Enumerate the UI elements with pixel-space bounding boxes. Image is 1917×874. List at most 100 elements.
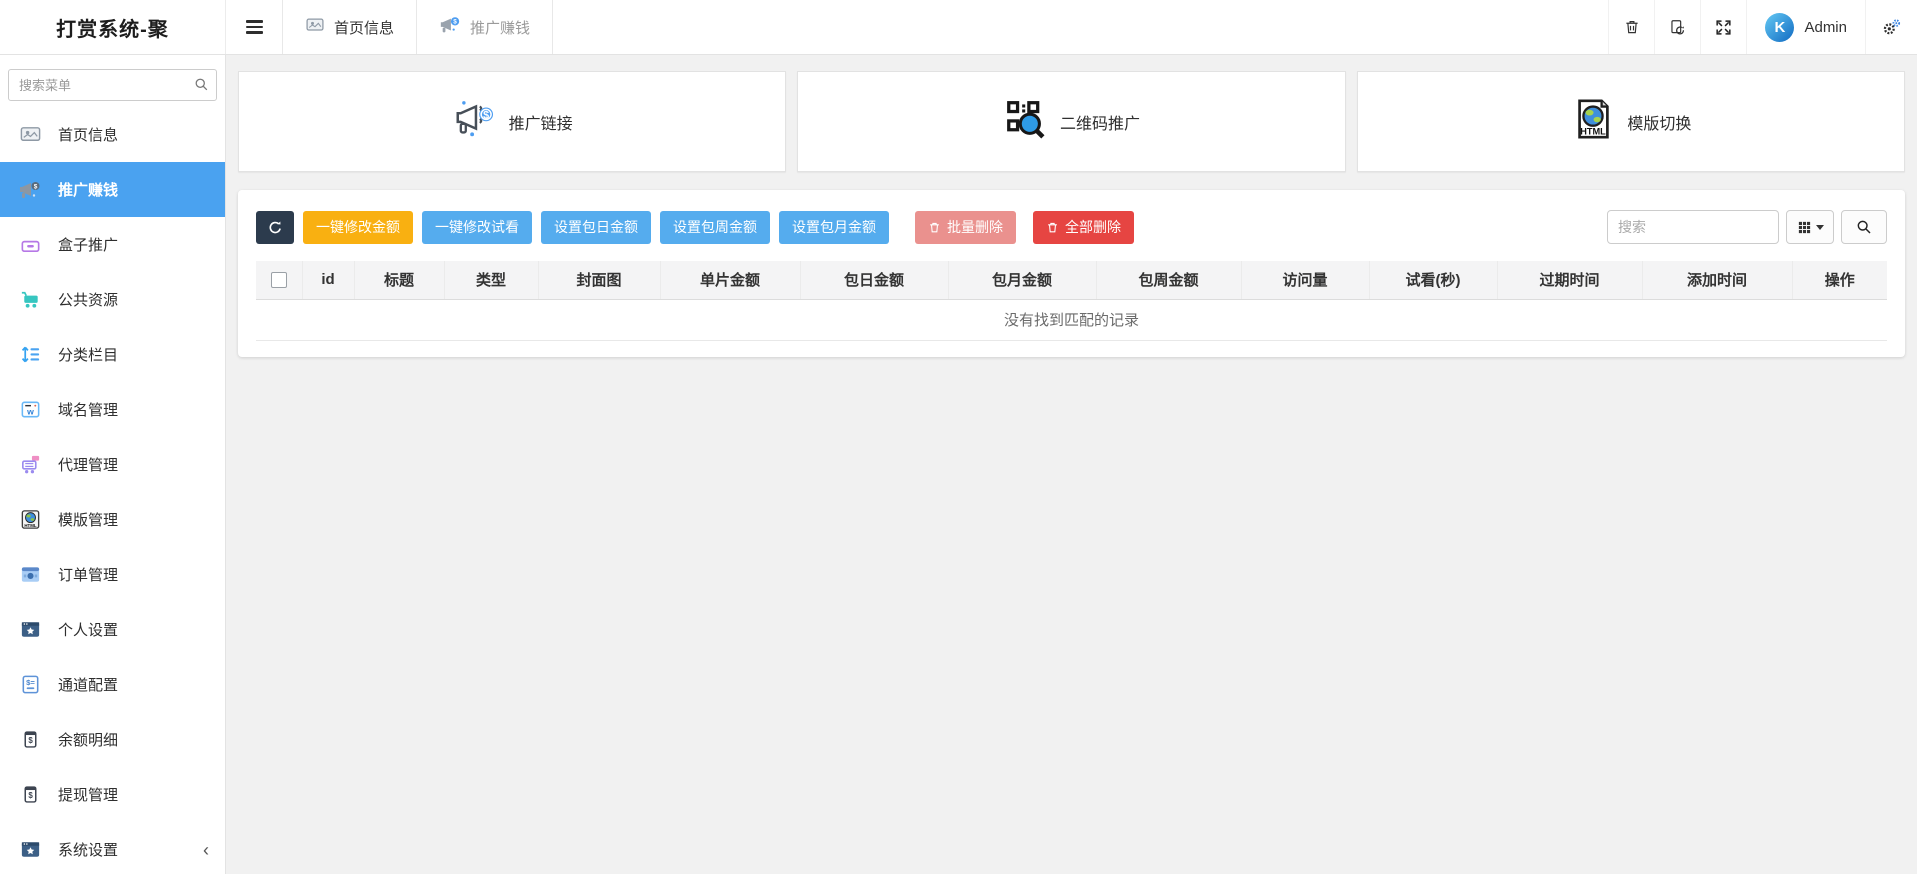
sidebar-item-label: 模版管理	[58, 509, 118, 530]
settings-button[interactable]	[1865, 0, 1917, 54]
menu-search-input[interactable]	[8, 69, 217, 101]
set-monthly-amount-button[interactable]: 设置包月金额	[779, 211, 889, 244]
user-menu[interactable]: K Admin	[1746, 0, 1865, 54]
card-template-switch[interactable]: HTML 模版切换	[1357, 71, 1905, 172]
modify-amount-button[interactable]: 一键修改金额	[303, 211, 413, 244]
sidebar-item-public-resource[interactable]: 公共资源	[0, 272, 225, 327]
sidebar-item-agent[interactable]: 代理管理	[0, 437, 225, 492]
calculator-icon: $=	[18, 673, 42, 697]
app-title: 打赏系统-聚	[0, 0, 226, 54]
refresh-icon	[267, 219, 284, 236]
clear-cache-button[interactable]	[1654, 0, 1700, 54]
menu-toggle-button[interactable]	[226, 0, 282, 54]
svg-text:$: $	[453, 19, 457, 26]
sidebar-item-withdraw[interactable]: $ 提现管理	[0, 767, 225, 822]
sidebar-item-domain[interactable]: w 域名管理	[0, 382, 225, 437]
column-header-monthly-amount: 包月金额	[948, 261, 1096, 299]
sort-list-icon	[18, 343, 42, 367]
search-submit-button[interactable]	[1841, 210, 1887, 244]
photo-icon	[18, 123, 42, 147]
megaphone-icon: $	[439, 14, 461, 40]
balance-icon: $	[18, 728, 42, 752]
delete-all-button[interactable]: 全部删除	[1033, 211, 1134, 244]
sidebar-item-label: 系统设置	[58, 839, 118, 860]
template-globe-icon: HTML	[18, 508, 42, 532]
svg-text:$=: $=	[26, 678, 35, 687]
tab-home-info[interactable]: 首页信息	[282, 0, 416, 54]
column-header-single-amount: 单片金额	[660, 261, 800, 299]
modify-preview-button[interactable]: 一键修改试看	[422, 211, 532, 244]
sidebar-item-box-promo[interactable]: 盒子推广	[0, 217, 225, 272]
columns-toggle-button[interactable]	[1786, 210, 1834, 244]
batch-delete-button[interactable]: 批量删除	[915, 211, 1016, 244]
sidebar-item-category[interactable]: 分类栏目	[0, 327, 225, 382]
column-header-id: id	[302, 261, 354, 299]
clear-cache-icon	[1668, 18, 1687, 37]
sidebar-item-order[interactable]: 订单管理	[0, 547, 225, 602]
trash-icon	[1623, 18, 1641, 36]
agent-cart-icon	[18, 453, 42, 477]
grid-icon	[1797, 220, 1812, 235]
select-all-checkbox[interactable]	[271, 272, 287, 288]
user-name: Admin	[1804, 19, 1847, 36]
table-search-input[interactable]	[1607, 210, 1779, 244]
fullscreen-button[interactable]	[1700, 0, 1746, 54]
svg-text:$: $	[28, 791, 33, 800]
sidebar-item-promo-earn[interactable]: $ 推广赚钱	[0, 162, 225, 217]
order-icon	[18, 563, 42, 587]
sidebar-item-label: 公共资源	[58, 289, 118, 310]
select-all-checkbox-cell	[256, 261, 302, 299]
photo-icon	[305, 15, 325, 39]
sidebar-item-label: 代理管理	[58, 454, 118, 475]
trash-icon	[928, 221, 941, 234]
qrcode-search-icon	[1003, 96, 1049, 147]
domain-icon: w	[18, 398, 42, 422]
column-header-daily-amount: 包日金额	[800, 261, 948, 299]
avatar: K	[1765, 13, 1794, 42]
column-header-preview-seconds: 试看(秒)	[1369, 261, 1497, 299]
sidebar-item-label: 订单管理	[58, 564, 118, 585]
card-qrcode-promo[interactable]: 二维码推广	[797, 71, 1345, 172]
fullscreen-icon	[1714, 18, 1733, 37]
sidebar-item-label: 提现管理	[58, 784, 118, 805]
set-daily-amount-button[interactable]: 设置包日金额	[541, 211, 651, 244]
sidebar-item-label: 首页信息	[58, 124, 118, 145]
svg-text:$: $	[28, 736, 33, 745]
table-panel: 一键修改金额 一键修改试看 设置包日金额 设置包周金额 设置包月金额 批量删除 …	[238, 190, 1905, 357]
card-label: 二维码推广	[1060, 110, 1140, 134]
chevron-down-icon	[1816, 225, 1824, 230]
card-label: 模版切换	[1627, 110, 1691, 134]
tab-label: 推广赚钱	[470, 17, 530, 38]
records-table: id 标题 类型 封面图 单片金额 包日金额 包月金额 包周金额 访问量 试看(…	[256, 261, 1887, 341]
html-globe-icon: HTML	[1570, 96, 1616, 147]
sidebar-item-personal-settings[interactable]: 个人设置	[0, 602, 225, 657]
column-header-type: 类型	[444, 261, 538, 299]
sidebar-item-system-settings[interactable]: 系统设置 ‹	[0, 822, 225, 874]
card-promo-link[interactable]: $ 推广链接	[238, 71, 786, 172]
sidebar-item-home-info[interactable]: 首页信息	[0, 107, 225, 162]
column-header-actions: 操作	[1792, 261, 1887, 299]
sidebar-item-label: 通道配置	[58, 674, 118, 695]
refresh-button[interactable]	[256, 211, 294, 244]
megaphone-dollar-icon: $	[452, 96, 498, 147]
sidebar-item-channel-config[interactable]: $= 通道配置	[0, 657, 225, 712]
set-weekly-amount-button[interactable]: 设置包周金额	[660, 211, 770, 244]
sidebar-menu: 首页信息 $ 推广赚钱 盒子推广 公共资源 分类栏目	[0, 107, 225, 874]
sidebar-item-template[interactable]: HTML 模版管理	[0, 492, 225, 547]
gears-icon	[1881, 17, 1902, 38]
sidebar-item-label: 分类栏目	[58, 344, 118, 365]
browser-star-icon	[18, 838, 42, 862]
browser-star-icon	[18, 618, 42, 642]
main-content: $ 推广链接 二维码推广 HTML 模版切换 一键修改金额 一键修改试看	[226, 55, 1917, 874]
sidebar-item-label: 盒子推广	[58, 234, 118, 255]
tab-promo-earn[interactable]: $ 推广赚钱	[416, 0, 553, 54]
sidebar-item-balance-detail[interactable]: $ 余额明细	[0, 712, 225, 767]
svg-text:HTML: HTML	[1581, 126, 1607, 136]
search-icon	[1856, 219, 1872, 235]
box-icon	[18, 233, 42, 257]
sidebar: 首页信息 $ 推广赚钱 盒子推广 公共资源 分类栏目	[0, 55, 226, 874]
column-header-cover: 封面图	[538, 261, 660, 299]
trash-button[interactable]	[1608, 0, 1654, 54]
shortcut-cards: $ 推广链接 二维码推广 HTML 模版切换	[238, 71, 1905, 172]
sidebar-item-label: 个人设置	[58, 619, 118, 640]
